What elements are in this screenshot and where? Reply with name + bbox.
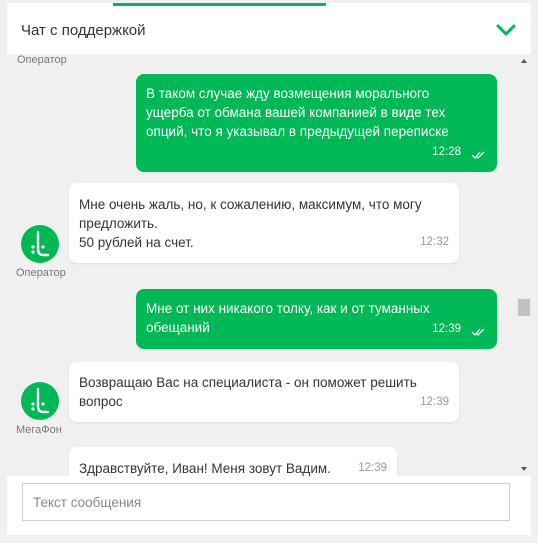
sender-label: Оператор xyxy=(16,267,66,279)
scroll-down-arrow-icon[interactable] xyxy=(519,464,529,474)
sender-label: МегаФон xyxy=(16,424,62,436)
megafon-avatar xyxy=(21,382,59,420)
message-time: 12:39 xyxy=(358,462,387,474)
message-bubble-incoming: Здравствуйте, Иван! Меня зовут Вадим. 12… xyxy=(69,447,397,476)
chevron-down-icon[interactable] xyxy=(495,20,517,40)
scroll-up-arrow-icon[interactable] xyxy=(519,56,529,66)
message-text: Здравствуйте, Иван! Меня зовут Вадим. xyxy=(79,461,331,476)
read-check-icon xyxy=(471,151,485,159)
message-bubble-incoming: Мне очень жаль, но, к сожалению, максиму… xyxy=(69,183,459,263)
message-time: 12:32 xyxy=(420,236,449,248)
message-time: 12:28 xyxy=(432,146,461,158)
message-time: 12:39 xyxy=(432,323,461,335)
chat-header: Чат с поддержкой xyxy=(7,6,531,54)
chat-title: Чат с поддержкой xyxy=(21,22,146,39)
message-bubble-outgoing: Мне от них никакого толку, как и от тума… xyxy=(136,289,497,349)
scrollbar-thumb[interactable] xyxy=(518,299,530,316)
message-text: Мне очень жаль, но, к сожалению, максиму… xyxy=(79,197,422,250)
support-chat-widget: Чат с поддержкой Оператор В таком случае… xyxy=(7,3,531,535)
message-text: В таком случае жду возмещения морального… xyxy=(146,86,449,139)
chat-scrollbar[interactable] xyxy=(517,54,531,476)
operator-avatar xyxy=(21,225,59,263)
message-composer xyxy=(7,476,531,535)
sender-label: Оператор xyxy=(17,54,67,66)
message-text: Возвращаю Вас на специалиста - он поможе… xyxy=(79,375,417,409)
message-bubble-outgoing: В таком случае жду возмещения морального… xyxy=(136,74,497,172)
message-list[interactable]: Оператор В таком случае жду возмещения м… xyxy=(7,54,531,476)
message-bubble-incoming: Возвращаю Вас на специалиста - он поможе… xyxy=(69,362,459,422)
megafon-logo-icon xyxy=(31,387,50,414)
read-check-icon xyxy=(471,328,485,336)
message-time: 12:39 xyxy=(420,396,449,408)
megafon-logo-icon xyxy=(31,230,50,257)
message-input[interactable] xyxy=(22,483,510,521)
